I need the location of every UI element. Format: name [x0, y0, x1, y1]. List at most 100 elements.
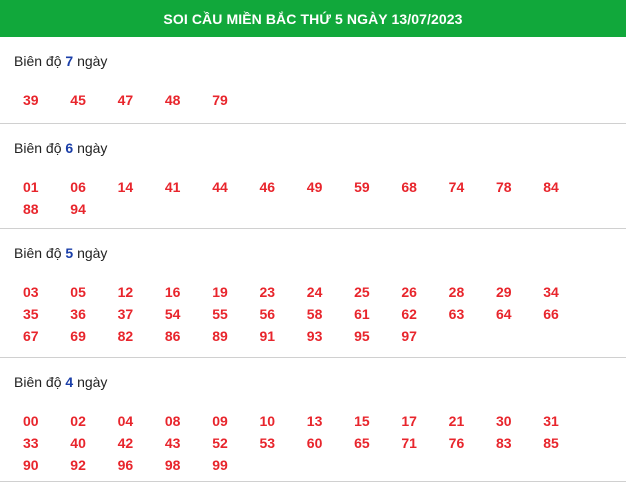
lottery-number: 06	[70, 179, 86, 195]
lottery-number: 71	[401, 435, 417, 451]
lottery-number: 78	[495, 179, 512, 195]
number-list: 03 05 12 16 19 23 24 25 26 28 29 34 35 36 37 54 55 56 58 61…	[14, 281, 612, 355]
lottery-number: 10	[259, 413, 276, 429]
number-list: 39 45 47 48 79	[14, 89, 612, 119]
lottery-number: 82	[117, 328, 134, 344]
lottery-number: 15	[354, 413, 370, 429]
lottery-number: 39	[23, 92, 39, 108]
lottery-number: 94	[70, 201, 86, 217]
lottery-number: 35	[23, 306, 39, 322]
lottery-number: 43	[164, 435, 181, 451]
lottery-number: 55	[212, 306, 228, 322]
lottery-number: 08	[164, 413, 181, 429]
range-section-6-days: Biên độ 6 ngày 01 06 14 41 44 46 49 59 68 74 78 84 8…	[0, 124, 626, 229]
section-label: Biên độ 5 ngày	[14, 229, 612, 265]
lottery-number: 49	[306, 179, 323, 195]
lottery-number: 86	[164, 328, 181, 344]
lottery-number: 19	[212, 284, 228, 300]
lottery-number: 52	[212, 435, 228, 451]
lottery-number: 44	[212, 179, 228, 195]
lottery-number: 93	[306, 328, 323, 344]
lottery-number: 62	[401, 306, 417, 322]
label-count: 4	[65, 374, 74, 390]
lottery-number: 74	[448, 179, 465, 195]
number-list: 01 06 14 41 44 46 49 59 68 74 78 84 88 94	[14, 176, 612, 228]
lottery-number: 85	[543, 435, 559, 451]
lottery-number: 90	[23, 457, 39, 473]
lottery-number: 92	[70, 457, 86, 473]
range-section-4-days: Biên độ 4 ngày 00 02 04 08 09 10 13 15 17 21 30 31 3…	[0, 358, 626, 482]
lottery-number: 63	[448, 306, 465, 322]
label-suffix: ngày	[77, 140, 108, 156]
lottery-number: 48	[164, 92, 181, 108]
label-count: 5	[65, 245, 74, 261]
lottery-number: 54	[164, 306, 181, 322]
lottery-number: 68	[401, 179, 417, 195]
lottery-number: 61	[354, 306, 370, 322]
lottery-number: 98	[164, 457, 181, 473]
lottery-number: 59	[354, 179, 370, 195]
lottery-number: 24	[306, 284, 323, 300]
label-count: 6	[65, 140, 74, 156]
number-list: 00 02 04 08 09 10 13 15 17 21 30 31 33 40 42 43 52 53 60 65…	[14, 410, 612, 484]
lottery-number: 76	[448, 435, 465, 451]
lottery-number: 05	[70, 284, 86, 300]
lottery-number: 28	[448, 284, 465, 300]
lottery-number: 42	[117, 435, 134, 451]
section-label: Biên độ 4 ngày	[14, 358, 612, 394]
label-suffix: ngày	[77, 374, 108, 390]
lottery-number: 64	[495, 306, 512, 322]
lottery-number: 58	[306, 306, 323, 322]
lottery-number: 40	[70, 435, 86, 451]
lottery-number: 69	[70, 328, 86, 344]
lottery-number: 97	[401, 328, 417, 344]
lottery-number: 47	[117, 92, 134, 108]
range-section-7-days: Biên độ 7 ngày 39 45 47 48 79	[0, 37, 626, 124]
lottery-number: 25	[354, 284, 370, 300]
lottery-number: 88	[23, 201, 39, 217]
lottery-number: 23	[259, 284, 276, 300]
lottery-number: 46	[259, 179, 276, 195]
lottery-number: 02	[70, 413, 86, 429]
lottery-number: 65	[354, 435, 370, 451]
header-title: SOI CẦU MIỀN BẮC THỨ 5 NGÀY 13/07/2023	[163, 10, 463, 27]
lottery-number: 00	[23, 413, 39, 429]
lottery-number: 67	[23, 328, 39, 344]
lottery-number: 14	[117, 179, 134, 195]
section-label: Biên độ 6 ngày	[14, 124, 612, 160]
lottery-number: 53	[259, 435, 276, 451]
label-suffix: ngày	[77, 245, 108, 261]
lottery-number: 45	[70, 92, 86, 108]
lottery-number: 95	[354, 328, 370, 344]
lottery-number: 21	[448, 413, 465, 429]
lottery-number: 17	[401, 413, 417, 429]
lottery-number: 31	[543, 413, 559, 429]
lottery-number: 03	[23, 284, 39, 300]
label-prefix: Biên độ	[14, 140, 62, 156]
lottery-number: 30	[495, 413, 512, 429]
lottery-number: 84	[543, 179, 559, 195]
lottery-number: 04	[117, 413, 134, 429]
lottery-number: 37	[117, 306, 134, 322]
lottery-number: 99	[212, 457, 228, 473]
lottery-number: 79	[212, 92, 228, 108]
lottery-number: 33	[23, 435, 39, 451]
lottery-number: 89	[212, 328, 228, 344]
lottery-number: 12	[117, 284, 134, 300]
label-prefix: Biên độ	[14, 374, 62, 390]
label-prefix: Biên độ	[14, 53, 62, 69]
range-section-5-days: Biên độ 5 ngày 03 05 12 16 19 23 24 25 26 28 29 34 3…	[0, 229, 626, 358]
lottery-number: 96	[117, 457, 134, 473]
lottery-number: 83	[495, 435, 512, 451]
lottery-number: 16	[164, 284, 181, 300]
lottery-number: 01	[23, 179, 39, 195]
lottery-number: 60	[306, 435, 323, 451]
lottery-number: 41	[164, 179, 181, 195]
label-suffix: ngày	[77, 53, 108, 69]
lottery-number: 09	[212, 413, 228, 429]
page-title: SOI CẦU MIỀN BẮC THỨ 5 NGÀY 13/07/2023	[0, 0, 626, 37]
label-prefix: Biên độ	[14, 245, 62, 261]
section-label: Biên độ 7 ngày	[14, 37, 612, 73]
lottery-number: 26	[401, 284, 417, 300]
lottery-number: 36	[70, 306, 86, 322]
